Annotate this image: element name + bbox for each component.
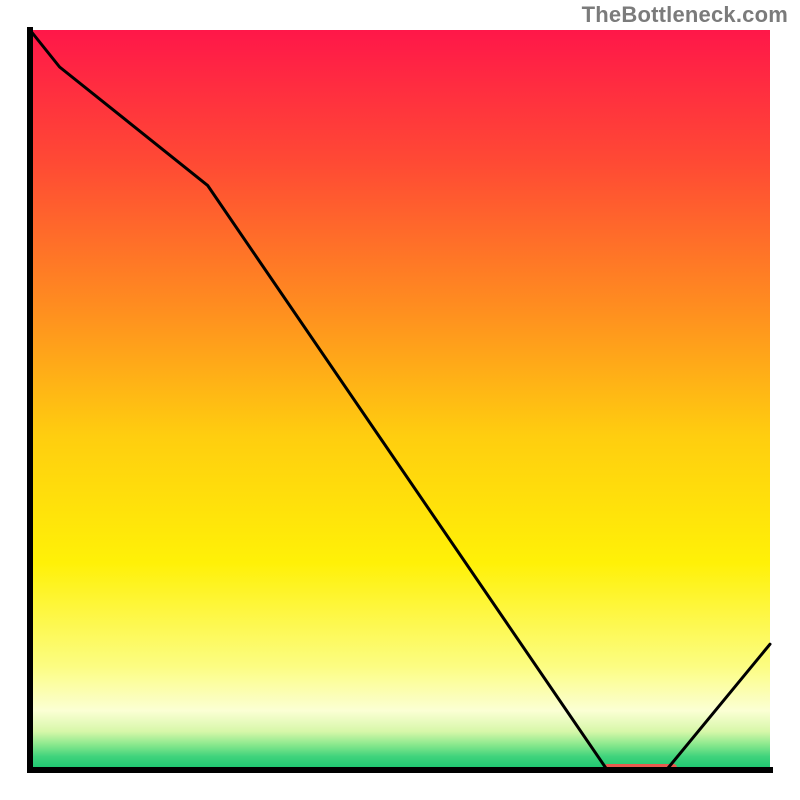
plot-background bbox=[30, 30, 770, 770]
watermark-text: TheBottleneck.com bbox=[582, 2, 788, 28]
chart-container: TheBottleneck.com bbox=[0, 0, 800, 800]
bottleneck-chart bbox=[0, 0, 800, 800]
